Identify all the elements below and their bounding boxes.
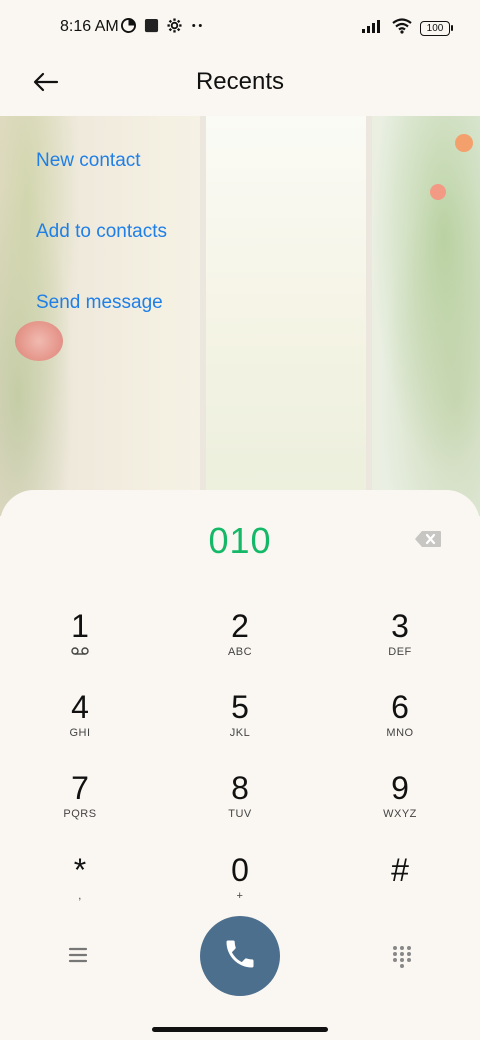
rose-illustration [15, 321, 63, 361]
key-digit: 7 [71, 770, 89, 806]
key-digit: 5 [231, 689, 249, 725]
key-digit: 1 [71, 608, 89, 644]
key-digit: 4 [71, 689, 89, 725]
dial-key-9[interactable]: 9 WXYZ [345, 770, 455, 840]
key-letters: ABC [227, 646, 253, 658]
key-digit: 6 [391, 689, 409, 725]
status-time: 8:16 AM [60, 18, 119, 35]
key-letters: + [236, 890, 244, 902]
new-contact-link[interactable]: New contact [36, 150, 141, 172]
phone-icon [222, 936, 258, 977]
key-digit: 3 [391, 608, 409, 644]
key-letters: PQRS [63, 808, 97, 820]
dial-key-star[interactable]: * , [25, 852, 135, 922]
dial-key-7[interactable]: 7 PQRS [25, 770, 135, 840]
window-illustration [200, 116, 372, 506]
plant-illustration [360, 116, 480, 516]
wifi-icon [392, 18, 412, 39]
key-letters: MNO [386, 727, 414, 739]
key-digit: 9 [391, 770, 409, 806]
dial-key-hash[interactable]: # [345, 852, 455, 922]
data-saver-icon [121, 18, 136, 33]
key-letters: GHI [69, 727, 91, 739]
call-button[interactable] [200, 916, 280, 996]
dialed-number: 010 [208, 520, 272, 561]
dial-key-8[interactable]: 8 TUV [185, 770, 295, 840]
key-letters: DEF [388, 646, 412, 658]
dial-key-3[interactable]: 3 DEF [345, 608, 455, 678]
hamburger-menu-icon[interactable] [66, 943, 90, 967]
dialpad-icon[interactable] [392, 945, 412, 969]
page-title: Recents [195, 68, 285, 95]
key-digit: 0 [231, 852, 249, 888]
status-left-icons [121, 18, 205, 33]
key-letters: JKL [229, 727, 251, 739]
dial-key-2[interactable]: 2 ABC [185, 608, 295, 678]
key-letters: TUV [228, 808, 252, 820]
square-app-icon [144, 18, 159, 33]
send-message-link[interactable]: Send message [36, 292, 163, 314]
dialer-sheet: 010 1 2 ABC 3 DEF 4 GHI 5 JKL 6 MNO 7 PQ… [0, 490, 480, 1020]
key-digit: 8 [231, 770, 249, 806]
status-right-icons: 100 [362, 18, 453, 39]
wallpaper-background [0, 116, 480, 516]
app-header: Recents [0, 56, 480, 116]
battery-icon: 100 [420, 21, 453, 36]
home-indicator[interactable] [152, 1027, 328, 1032]
dial-key-1[interactable]: 1 [25, 608, 135, 678]
flower-illustration [430, 184, 446, 200]
voicemail-icon [25, 646, 135, 659]
add-to-contacts-link[interactable]: Add to contacts [36, 221, 167, 243]
backspace-icon[interactable] [414, 530, 442, 548]
key-digit: # [391, 852, 409, 888]
dial-key-4[interactable]: 4 GHI [25, 689, 135, 759]
plant-illustration [0, 116, 90, 516]
key-digit: * [73, 852, 87, 888]
key-digit: 2 [231, 608, 249, 644]
dial-key-6[interactable]: 6 MNO [345, 689, 455, 759]
dial-key-0[interactable]: 0 + [185, 852, 295, 922]
status-bar: 8:16 AM 100 [0, 0, 480, 56]
settings-gear-icon [167, 18, 182, 33]
flower-illustration [455, 134, 473, 152]
key-letters: WXYZ [383, 808, 417, 820]
dial-key-5[interactable]: 5 JKL [185, 689, 295, 759]
signal-icon [362, 19, 384, 38]
more-dots-icon [190, 18, 205, 33]
key-letters: , [78, 890, 82, 902]
